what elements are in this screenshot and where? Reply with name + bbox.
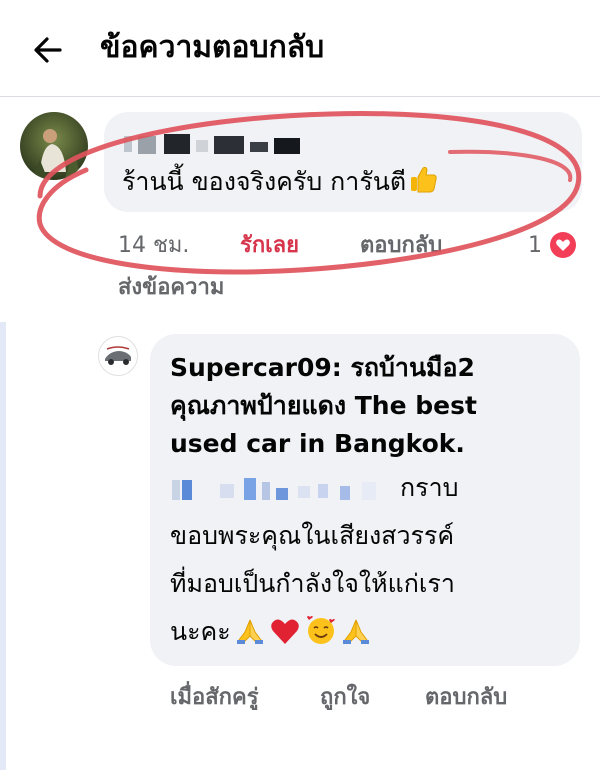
folded-hands-icon: [341, 616, 371, 656]
red-heart-icon: [269, 616, 301, 656]
comment-text: ร้านนี้ ของจริงครับ การันตี: [122, 164, 438, 204]
arrow-left-icon: [34, 37, 62, 63]
comment-time: 14 ชม.: [118, 233, 190, 258]
reply-text-line: คุณภาพป้ายแดง The best: [170, 391, 477, 420]
like-button[interactable]: ถูกใจ: [320, 678, 370, 718]
comment-text-content: ร้านนี้ ของจริงครับ การันตี: [122, 167, 407, 196]
commenter-avatar[interactable]: [20, 112, 88, 180]
reaction-count[interactable]: 1: [528, 226, 542, 266]
send-message-link[interactable]: ส่งข้อความ: [118, 270, 224, 306]
thread-indicator: [0, 322, 6, 770]
reply-button[interactable]: ตอบกลับ: [425, 678, 507, 718]
comment-bubble[interactable]: ร้านนี้ ของจริงครับ การันตี: [104, 112, 582, 212]
reply-button[interactable]: ตอบกลับ: [360, 226, 442, 266]
back-button[interactable]: [30, 32, 66, 68]
app-header: ข้อความตอบกลับ: [0, 0, 600, 97]
page-avatar[interactable]: [98, 336, 138, 376]
reply-text-line: ขอบพระคุณในเสียงสวรรค์: [170, 521, 455, 550]
reply-author-line: Supercar09: รถบ้านมือ2: [170, 353, 475, 382]
reply-text-line: ที่มอบเป็นกำลังใจให้แก่เรา: [170, 569, 455, 598]
smiling-face-with-hearts-icon: [305, 614, 337, 656]
reply-emoji-line: นะคะ: [170, 614, 371, 656]
reply-text-line: กราบ: [400, 473, 459, 502]
reply-text-end: นะคะ: [170, 617, 231, 646]
redacted-mention: [172, 478, 376, 500]
reply-time: เมื่อสักครู่: [170, 685, 259, 710]
thumbs-up-icon: [408, 164, 438, 204]
reply-bubble[interactable]: Supercar09: รถบ้านมือ2 คุณภาพป้ายแดง The…: [150, 334, 580, 666]
reply-text-line: used car in Bangkok.: [170, 429, 465, 458]
folded-hands-icon: [235, 616, 265, 656]
love-reaction-button[interactable]: รักเลย: [240, 226, 299, 266]
heart-icon[interactable]: [548, 230, 578, 260]
page-title: ข้อความตอบกลับ: [100, 30, 325, 65]
redacted-author-name: [124, 134, 300, 154]
